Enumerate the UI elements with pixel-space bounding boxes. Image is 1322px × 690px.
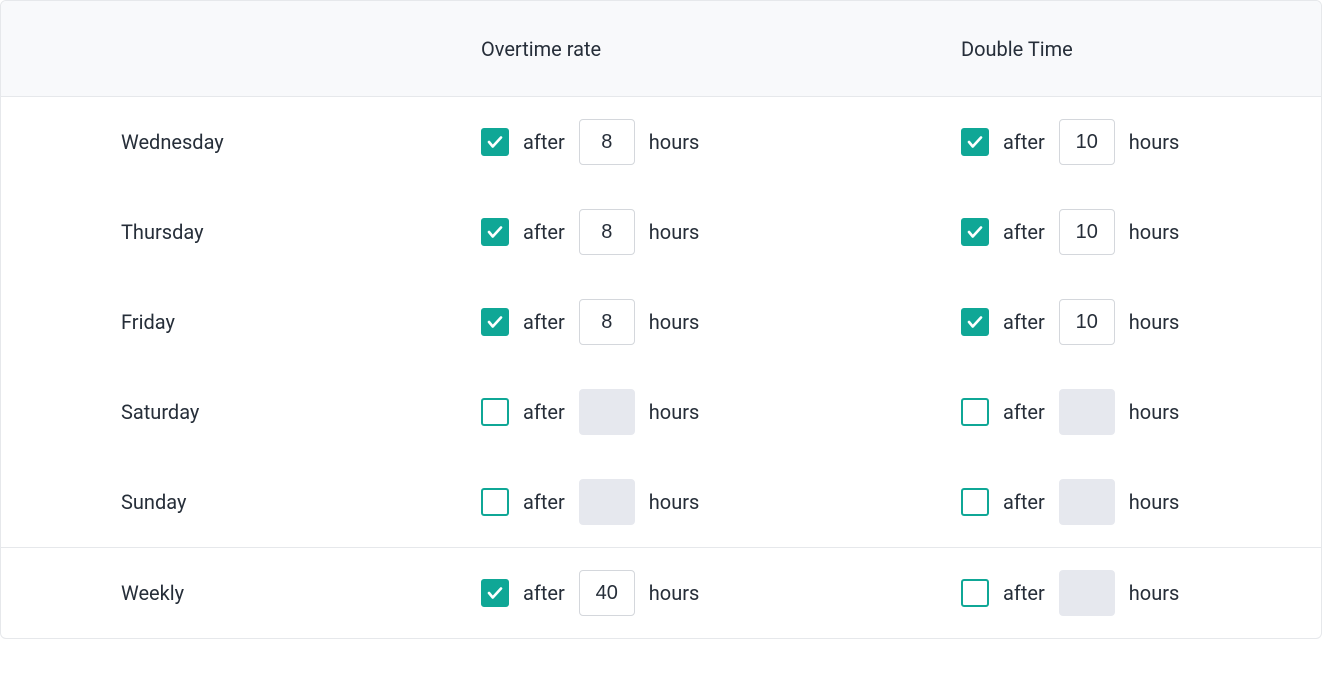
friday-overtime-cell: after hours [481,299,961,345]
weekly-overtime-input[interactable] [579,570,635,616]
hours-label: hours [649,130,700,154]
overtime-settings-panel: Overtime rate Double Time Wednesday afte… [0,0,1322,639]
table-row: Thursday after hours after hours [1,187,1321,277]
weekly-label: Weekly [1,581,481,605]
after-label: after [1003,581,1045,605]
weekly-doubletime-cell: after hours [961,570,1321,616]
table-row: Weekly after hours after hours [1,548,1321,638]
saturday-doubletime-input[interactable] [1059,389,1115,435]
after-label: after [523,310,565,334]
hours-label: hours [649,490,700,514]
saturday-overtime-input[interactable] [579,389,635,435]
saturday-label: Saturday [1,400,481,424]
sunday-doubletime-input[interactable] [1059,479,1115,525]
wednesday-overtime-cell: after hours [481,119,961,165]
friday-doubletime-checkbox[interactable] [961,308,989,336]
daily-rows: Wednesday after hours after hours Thursd… [1,97,1321,547]
table-header: Overtime rate Double Time [1,1,1321,97]
hours-label: hours [649,310,700,334]
after-label: after [1003,310,1045,334]
thursday-doubletime-checkbox[interactable] [961,218,989,246]
saturday-overtime-checkbox[interactable] [481,398,509,426]
friday-doubletime-input[interactable] [1059,299,1115,345]
weekly-doubletime-checkbox[interactable] [961,579,989,607]
after-label: after [1003,220,1045,244]
hours-label: hours [649,400,700,424]
saturday-doubletime-cell: after hours [961,389,1321,435]
friday-doubletime-cell: after hours [961,299,1321,345]
saturday-doubletime-checkbox[interactable] [961,398,989,426]
wednesday-doubletime-input[interactable] [1059,119,1115,165]
wednesday-overtime-checkbox[interactable] [481,128,509,156]
thursday-overtime-checkbox[interactable] [481,218,509,246]
after-label: after [1003,130,1045,154]
thursday-overtime-input[interactable] [579,209,635,255]
friday-label: Friday [1,310,481,334]
wednesday-doubletime-checkbox[interactable] [961,128,989,156]
wednesday-overtime-input[interactable] [579,119,635,165]
hours-label: hours [1129,220,1180,244]
table-row: Friday after hours after hours [1,277,1321,367]
wednesday-label: Wednesday [1,130,481,154]
sunday-doubletime-checkbox[interactable] [961,488,989,516]
weekly-doubletime-input[interactable] [1059,570,1115,616]
after-label: after [523,130,565,154]
thursday-overtime-cell: after hours [481,209,961,255]
thursday-doubletime-cell: after hours [961,209,1321,255]
hours-label: hours [649,581,700,605]
wednesday-doubletime-cell: after hours [961,119,1321,165]
after-label: after [523,581,565,605]
sunday-doubletime-cell: after hours [961,479,1321,525]
after-label: after [523,220,565,244]
after-label: after [523,400,565,424]
after-label: after [523,490,565,514]
after-label: after [1003,400,1045,424]
hours-label: hours [1129,130,1180,154]
hours-label: hours [649,220,700,244]
header-overtime: Overtime rate [481,37,961,61]
weekly-overtime-cell: after hours [481,570,961,616]
sunday-overtime-checkbox[interactable] [481,488,509,516]
sunday-overtime-cell: after hours [481,479,961,525]
friday-overtime-checkbox[interactable] [481,308,509,336]
after-label: after [1003,490,1045,514]
weekly-overtime-checkbox[interactable] [481,579,509,607]
sunday-overtime-input[interactable] [579,479,635,525]
friday-overtime-input[interactable] [579,299,635,345]
sunday-label: Sunday [1,490,481,514]
table-row: Wednesday after hours after hours [1,97,1321,187]
hours-label: hours [1129,490,1180,514]
hours-label: hours [1129,400,1180,424]
hours-label: hours [1129,581,1180,605]
thursday-label: Thursday [1,220,481,244]
table-row: Saturday after hours after hours [1,367,1321,457]
hours-label: hours [1129,310,1180,334]
weekly-row-container: Weekly after hours after hours [1,548,1321,638]
saturday-overtime-cell: after hours [481,389,961,435]
table-row: Sunday after hours after hours [1,457,1321,547]
header-doubletime: Double Time [961,37,1321,61]
thursday-doubletime-input[interactable] [1059,209,1115,255]
